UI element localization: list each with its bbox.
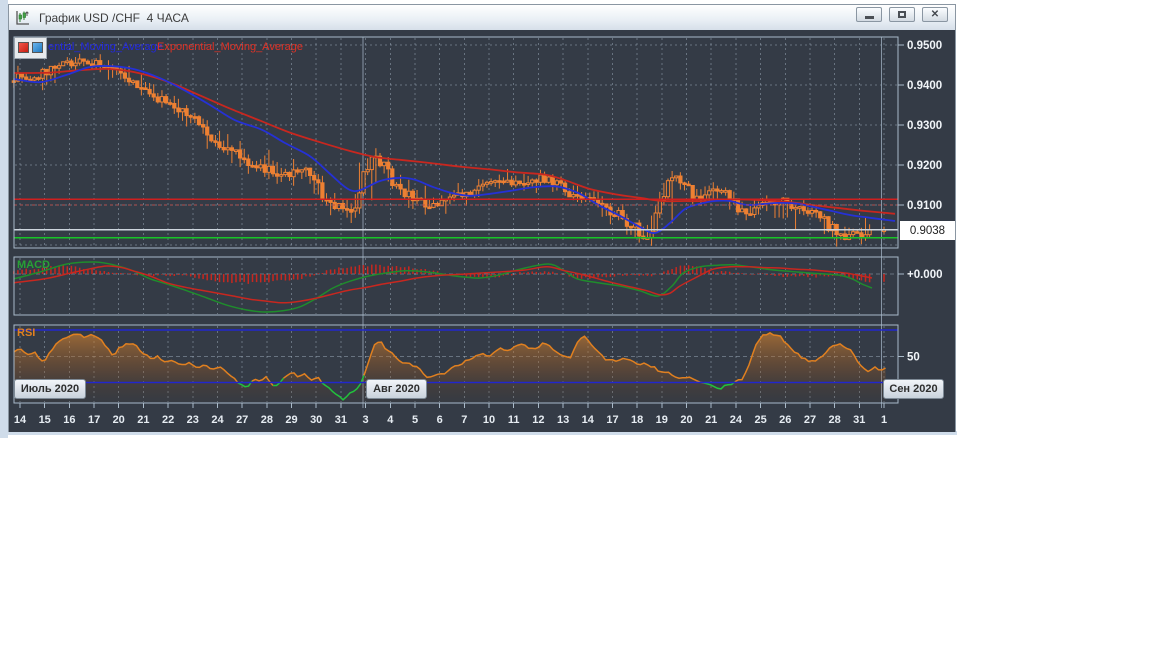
date-label: 24 <box>730 414 743 426</box>
date-label: 20 <box>680 414 692 426</box>
date-label: 24 <box>211 414 224 426</box>
date-label: 13 <box>557 414 569 426</box>
rsi-mid-label: 50 <box>907 351 920 363</box>
date-label: 21 <box>137 414 149 426</box>
price-tick-label: 0.9500 <box>907 40 942 52</box>
macd-panel-label: MACD <box>17 259 50 271</box>
date-label: 17 <box>88 414 100 426</box>
desktop-left-margin <box>0 0 8 438</box>
month-button-september[interactable]: Сен 2020 <box>883 379 944 399</box>
date-label: 1 <box>881 414 887 426</box>
date-label: 20 <box>113 414 125 426</box>
date-label: 5 <box>412 414 418 426</box>
chart-client-area[interactable]: 0.9500 0.9400 0.9300 0.9200 0.9100 +0.000 50 14… <box>9 30 955 432</box>
date-label: 18 <box>631 414 643 426</box>
ema-red-swatch <box>18 42 29 53</box>
date-label: 21 <box>705 414 717 426</box>
rsi-panel-label: RSI <box>17 327 36 339</box>
month-button-july[interactable]: Июль 2020 <box>14 379 86 399</box>
desktop: График USD /CHF 4 ЧАСА ✕ 0.9500 0.9400 0.9… <box>0 0 1152 648</box>
date-label: 31 <box>853 414 865 426</box>
ema-slow-legend-label: Exponential_Moving_Average <box>157 41 303 53</box>
macd-zero-label: +0.000 <box>907 269 943 281</box>
date-label: 14 <box>14 414 27 426</box>
date-label: 16 <box>63 414 75 426</box>
date-label: 3 <box>363 414 369 426</box>
chart-window: График USD /CHF 4 ЧАСА ✕ 0.9500 0.9400 0.9… <box>8 4 956 432</box>
candlestick-chart-icon <box>15 10 31 26</box>
date-label: 26 <box>779 414 791 426</box>
date-label: 27 <box>236 414 248 426</box>
window-titlebar[interactable]: График USD /CHF 4 ЧАСА ✕ <box>9 5 955 30</box>
date-label: 12 <box>532 414 544 426</box>
minimize-icon <box>864 16 874 19</box>
price-tick-label: 0.9200 <box>907 160 942 172</box>
close-button[interactable]: ✕ <box>922 7 948 22</box>
date-label: 28 <box>261 414 273 426</box>
date-label: 14 <box>582 414 595 426</box>
date-label: 31 <box>335 414 347 426</box>
date-label: 22 <box>162 414 174 426</box>
window-controls: ✕ <box>856 7 948 22</box>
date-label: 29 <box>285 414 297 426</box>
price-tick-label: 0.9400 <box>907 80 942 92</box>
month-button-august[interactable]: Авг 2020 <box>366 379 427 399</box>
date-label: 11 <box>508 414 520 426</box>
date-label: 19 <box>656 414 668 426</box>
date-label: 27 <box>804 414 816 426</box>
date-label: 25 <box>754 414 766 426</box>
indicator-legend <box>14 37 47 59</box>
ema-blue-swatch <box>32 42 43 53</box>
close-icon: ✕ <box>930 8 940 20</box>
date-label: 10 <box>483 414 495 426</box>
price-tick-label: 0.9300 <box>907 120 942 132</box>
date-label: 17 <box>606 414 618 426</box>
restore-button[interactable] <box>889 7 915 22</box>
window-title: График USD /CHF 4 ЧАСА <box>39 10 189 25</box>
date-label: 4 <box>387 414 394 426</box>
date-label: 6 <box>437 414 443 426</box>
date-label: 15 <box>39 414 51 426</box>
date-label: 23 <box>187 414 199 426</box>
chart-canvas[interactable]: 0.95000.94000.93000.92000.9100+0.0005014… <box>9 30 955 432</box>
restore-icon <box>898 11 906 18</box>
date-label: 28 <box>828 414 840 426</box>
minimize-button[interactable] <box>856 7 882 22</box>
date-label: 7 <box>461 414 467 426</box>
ema-fast-legend-label: ential_Moving_Average <box>48 41 163 53</box>
date-label: 30 <box>310 414 322 426</box>
current-price-badge: 0.9038 <box>900 221 955 240</box>
price-tick-label: 0.9100 <box>907 200 942 212</box>
